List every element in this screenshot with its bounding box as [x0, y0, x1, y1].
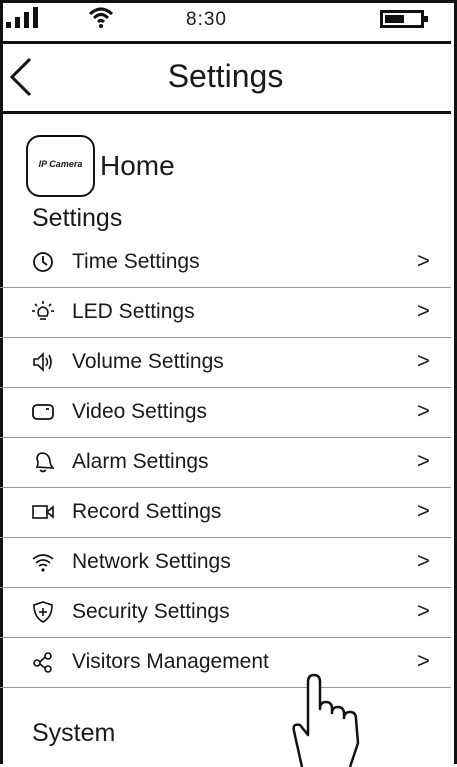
settings-item-label: Volume Settings [72, 350, 224, 373]
battery-icon [380, 10, 428, 28]
settings-item-label: Record Settings [72, 500, 222, 523]
pointing-hand-icon [292, 673, 360, 767]
settings-list: Time Settings > LED Settings > Volume Se… [0, 238, 451, 688]
settings-item-label: Visitors Management [72, 650, 269, 673]
status-time: 8:30 [186, 9, 227, 30]
section-system-heading: System [32, 719, 116, 747]
bulb-icon [32, 301, 54, 320]
home-label: Home [100, 150, 175, 181]
video-screen-icon [32, 404, 54, 420]
wifi-icon [88, 7, 114, 28]
chevron-right-icon: > [417, 598, 430, 623]
settings-item-label: Video Settings [72, 400, 208, 423]
settings-item-label: Security Settings [72, 600, 230, 623]
signal-bars-icon [6, 6, 46, 28]
chevron-right-icon: > [417, 548, 430, 573]
video-camera-icon [32, 505, 54, 519]
settings-item-label: Network Settings [72, 550, 231, 573]
speaker-icon [33, 352, 52, 372]
settings-item-alarm[interactable]: Alarm Settings > [0, 438, 451, 488]
settings-item-volume[interactable]: Volume Settings > [0, 338, 451, 388]
shield-icon [33, 601, 53, 623]
wifi-icon [32, 554, 54, 572]
camera-icon-text: IP Camera [38, 159, 83, 169]
ip-camera-icon: IP Camera [26, 135, 95, 197]
settings-item-record[interactable]: Record Settings > [0, 488, 451, 538]
top-bar: Settings [0, 44, 451, 114]
settings-item-time[interactable]: Time Settings > [0, 238, 451, 288]
share-icon [33, 652, 52, 673]
chevron-right-icon: > [417, 398, 430, 423]
settings-item-led[interactable]: LED Settings > [0, 288, 451, 338]
settings-item-label: Alarm Settings [72, 450, 209, 473]
chevron-right-icon: > [417, 298, 430, 323]
chevron-right-icon: > [417, 648, 430, 673]
settings-item-security[interactable]: Security Settings > [0, 588, 451, 638]
status-bar: 8:30 [0, 0, 451, 44]
battery-fill [385, 15, 404, 23]
settings-item-label: LED Settings [72, 300, 195, 323]
chevron-right-icon: > [417, 498, 430, 523]
section-settings-heading: Settings [32, 204, 123, 232]
chevron-right-icon: > [417, 448, 430, 473]
page-title: Settings [167, 58, 284, 94]
chevron-right-icon: > [417, 348, 430, 373]
battery-nub [424, 16, 428, 22]
settings-item-video[interactable]: Video Settings > [0, 388, 451, 438]
settings-item-label: Time Settings [72, 250, 200, 273]
bell-icon [35, 452, 54, 473]
clock-icon [33, 252, 53, 272]
settings-item-network[interactable]: Network Settings > [0, 538, 451, 588]
chevron-right-icon: > [417, 248, 430, 273]
settings-item-visitors[interactable]: Visitors Management > [0, 638, 451, 688]
